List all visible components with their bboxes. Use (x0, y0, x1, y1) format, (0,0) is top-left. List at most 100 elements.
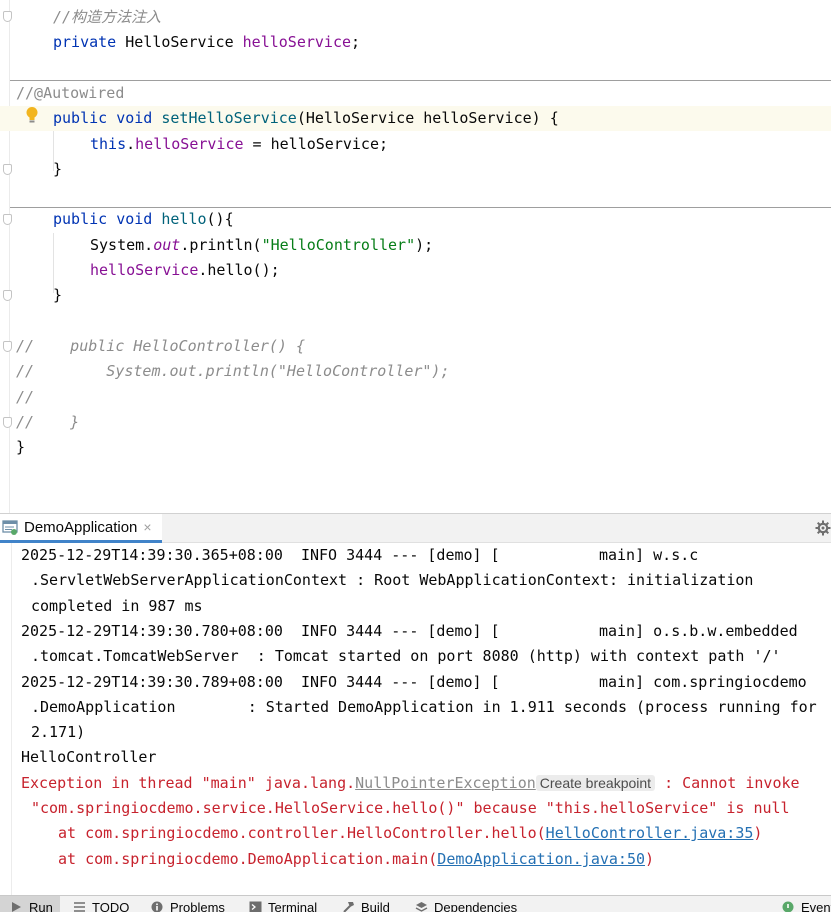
code-line: public void hello(){ (0, 207, 831, 232)
code-text: } (53, 157, 62, 182)
code-line: } (0, 157, 831, 182)
console-text: .ServletWebServerApplicationContext : Ro… (31, 571, 754, 589)
console-text: : Cannot invoke (655, 774, 800, 792)
code-token: helloService (90, 261, 199, 279)
list-icon (74, 902, 85, 912)
run-console[interactable]: 2025-12-29T14:39:30.365+08:00 INFO 3444 … (0, 543, 831, 895)
code-line: this.helloService = helloService; (0, 132, 831, 157)
code-token: private (53, 33, 126, 51)
code-text: } (16, 435, 25, 460)
code-text: System.out.println("HelloController"); (90, 233, 433, 258)
stacktrace-link[interactable]: HelloController.java:35 (546, 824, 754, 842)
console-line: .ServletWebServerApplicationContext : Ro… (31, 569, 753, 594)
console-line: 2025-12-29T14:39:30.789+08:00 INFO 3444 … (21, 671, 807, 696)
tool-window-terminal[interactable]: Terminal (249, 896, 317, 912)
code-token: setHelloService (161, 109, 297, 127)
code-line: //@Autowired (0, 81, 831, 106)
code-token: ; (351, 33, 361, 51)
code-line: } (0, 283, 831, 308)
code-editor[interactable]: //构造方法注入 private HelloService helloServic… (0, 0, 831, 513)
run-tab-label: DemoApplication (24, 518, 138, 536)
console-text: .tomcat.TomcatWebServer : Tomcat started… (31, 647, 781, 665)
code-token: } (53, 160, 63, 178)
event-log-icon (782, 901, 794, 912)
code-token: out (153, 236, 181, 254)
console-line: .DemoApplication : Started DemoApplicati… (31, 696, 817, 721)
code-token: "HelloController" (261, 236, 416, 254)
code-token: (){ (206, 210, 234, 228)
code-line: // public HelloController() { (0, 334, 831, 359)
hammer-icon (343, 902, 354, 912)
run-tab-demo-application[interactable]: DemoApplication × (0, 514, 162, 543)
code-token: . (126, 135, 136, 153)
code-token: // public HelloController() { (16, 337, 305, 355)
code-token: System. (90, 236, 154, 254)
console-line: 2025-12-29T14:39:30.365+08:00 INFO 3444 … (21, 544, 698, 569)
console-text: HelloController (21, 748, 157, 766)
tool-window-todo[interactable]: TODO (73, 896, 129, 912)
code-line: // } (0, 410, 831, 435)
console-text: 2025-12-29T14:39:30.789+08:00 INFO 3444 … (21, 673, 807, 691)
code-text: } (53, 283, 62, 308)
code-token: .println( (180, 236, 262, 254)
code-token: // (16, 388, 35, 406)
tool-window-label: Problems (170, 900, 225, 912)
run-config-icon (2, 520, 18, 535)
code-line-current: public void setHelloService(HelloService… (0, 106, 831, 131)
console-text: at com.springiocdemo.DemoApplication.mai… (58, 850, 438, 868)
tool-window-run[interactable]: Run (0, 896, 60, 912)
stacktrace-link[interactable]: NullPointerException (355, 774, 536, 792)
code-token: //构造方法注入 (53, 8, 162, 26)
code-token: helloService (135, 135, 244, 153)
tool-window-label: Event (801, 900, 831, 912)
code-token: this (90, 135, 127, 153)
code-text: // public HelloController() { (16, 334, 305, 359)
console-line: completed in 987 ms (31, 595, 203, 620)
code-token: } (53, 286, 63, 304)
console-line: .tomcat.TomcatWebServer : Tomcat started… (31, 645, 781, 670)
console-text: 2.171) (31, 723, 86, 741)
code-token: public void (53, 109, 162, 127)
code-text: this.helloService = helloService; (90, 132, 388, 157)
code-line: } (0, 435, 831, 460)
terminal-icon (249, 901, 262, 912)
tool-window-event-log[interactable]: Event (782, 896, 831, 912)
console-text: ) (645, 850, 655, 868)
stacktrace-link[interactable]: DemoApplication.java:50 (437, 850, 645, 868)
code-text: private HelloService helloService; (53, 30, 360, 55)
console-line: HelloController (21, 746, 156, 771)
console-error-line: "com.springiocdemo.service.HelloService.… (31, 797, 790, 822)
code-token: public void (53, 210, 162, 228)
console-text: completed in 987 ms (31, 597, 203, 615)
close-icon[interactable]: × (143, 519, 151, 535)
code-token: (HelloService helloService) { (296, 109, 559, 127)
code-text: // } (16, 410, 79, 435)
code-token: = helloService; (243, 135, 389, 153)
code-text: public void hello(){ (53, 207, 234, 232)
tool-window-dependencies[interactable]: Dependencies (415, 896, 517, 912)
play-icon (12, 902, 21, 912)
tool-window-label: Run (29, 900, 53, 912)
console-error-line: at com.springiocdemo.controller.HelloCon… (58, 822, 762, 847)
gear-icon[interactable] (815, 520, 831, 536)
tool-window-label: TODO (92, 900, 130, 912)
console-text: at com.springiocdemo.controller.HelloCon… (58, 824, 546, 842)
code-text: public void setHelloService(HelloService… (53, 106, 559, 131)
console-text: Exception in thread "main" java.lang. (21, 774, 356, 792)
code-text: //构造方法注入 (53, 5, 161, 30)
code-line: //构造方法注入 (0, 5, 831, 30)
code-line: System.out.println("HelloController"); (0, 233, 831, 258)
tool-window-problems[interactable]: Problems (151, 896, 225, 912)
code-token: } (16, 438, 26, 456)
lightbulb-icon[interactable] (25, 106, 39, 124)
tool-window-build[interactable]: Build (342, 896, 390, 912)
console-line: 2.171) (31, 721, 85, 746)
code-text: //@Autowired (16, 81, 124, 106)
code-line: // (0, 385, 831, 410)
code-line: // System.out.println("HelloController")… (0, 359, 831, 384)
code-line: helloService.hello(); (0, 258, 831, 283)
console-gutter (0, 543, 12, 895)
create-breakpoint-button[interactable]: Create breakpoint (535, 775, 656, 791)
tool-window-bar: Run TODO Problems Terminal Build Depende… (0, 895, 831, 912)
